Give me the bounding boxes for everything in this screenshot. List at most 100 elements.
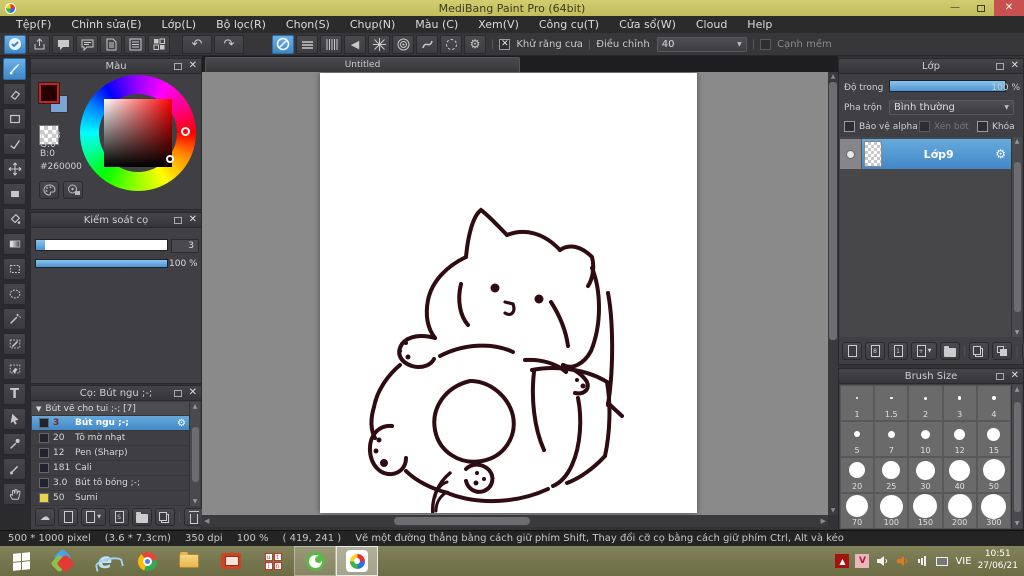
maximize-button[interactable]	[968, 0, 994, 16]
chat-button[interactable]	[76, 34, 98, 54]
brush-item[interactable]: 181 Cali	[32, 461, 189, 476]
menu-item[interactable]: Chỉnh sửa(E)	[61, 16, 151, 33]
curve-button[interactable]	[416, 34, 438, 54]
correction-dropdown[interactable]: 40 ▼	[656, 36, 747, 52]
duplicate-brush-button[interactable]	[155, 508, 175, 526]
menu-item[interactable]: Màu (C)	[405, 16, 468, 33]
headset-volume-icon[interactable]	[895, 554, 909, 568]
brush-item[interactable]: 50 Sumi	[32, 491, 189, 506]
dashed-circle-button[interactable]	[440, 34, 462, 54]
layer-opacity-slider[interactable]	[889, 80, 1006, 92]
taskbar-powerpoint[interactable]	[210, 546, 252, 576]
cloud-brush-button[interactable]: ☁	[35, 508, 55, 526]
menu-item[interactable]: Help	[737, 16, 782, 33]
brush-size-cell[interactable]: 150	[908, 493, 943, 529]
move-tool[interactable]	[3, 158, 26, 180]
brush-size-cell[interactable]: 50	[976, 457, 1011, 493]
gradient-tool[interactable]	[3, 233, 26, 255]
brush-size-cell[interactable]: 3	[942, 385, 977, 421]
palette-add-button[interactable]	[63, 181, 83, 199]
add-layer-menu-button[interactable]: + ▼	[911, 342, 937, 360]
layer-gear-icon[interactable]: ⚙	[995, 147, 1006, 161]
text-tool[interactable]: T	[3, 383, 26, 405]
menu-item[interactable]: Tệp(F)	[6, 16, 61, 33]
select-pen-tool[interactable]	[3, 333, 26, 355]
new-8bit-layer-button[interactable]: 8	[865, 342, 885, 360]
taskbar-chrome[interactable]	[126, 546, 168, 576]
divide-tool[interactable]	[3, 458, 26, 480]
brush-size-slider[interactable]	[35, 239, 168, 251]
duplicate-layer-button[interactable]	[969, 342, 990, 360]
close-button[interactable]: ✕	[994, 0, 1024, 16]
eyedropper-tool[interactable]	[3, 433, 26, 455]
canvas-horizontal-scrollbar[interactable]: ◀ ▶	[202, 515, 828, 527]
brush-size-cell[interactable]: 20	[840, 457, 875, 493]
new-brush-button[interactable]	[58, 508, 78, 526]
comment-button[interactable]	[52, 34, 74, 54]
brush-item[interactable]: 3 Bút ngu ;-; ⚙	[32, 416, 189, 431]
brush-size-cell[interactable]: 5	[840, 421, 875, 457]
brush-normal-mode-button[interactable]	[272, 34, 294, 54]
minimize-button[interactable]: —	[942, 0, 968, 16]
brush-gear-icon[interactable]: ⚙	[177, 418, 186, 429]
close-panel-icon[interactable]: ✕	[1011, 371, 1019, 381]
menu-item[interactable]: Cửa sổ(W)	[609, 16, 686, 33]
new-layer-folder-button[interactable]	[940, 342, 960, 360]
taskbar-coccoc[interactable]	[294, 546, 336, 576]
menu-item[interactable]: Công cụ(T)	[529, 16, 609, 33]
layer-visibility-toggle[interactable]	[840, 139, 862, 169]
brush-size-cell[interactable]: 10	[908, 421, 943, 457]
merge-layer-button[interactable]	[992, 342, 1013, 360]
foreground-color-swatch[interactable]	[38, 82, 60, 104]
brush-size-cell[interactable]: 7	[874, 421, 909, 457]
select-eraser-tool[interactable]	[3, 358, 26, 380]
lock-checkbox[interactable]: ✕Khóa	[977, 121, 1015, 132]
canvas-vertical-scrollbar[interactable]: ▲ ▼	[828, 72, 838, 515]
bucket-tool[interactable]	[3, 208, 26, 230]
brush-folder-button[interactable]	[132, 508, 152, 526]
soft-edge-checkbox[interactable]: ✕	[760, 38, 772, 50]
v-app-icon[interactable]: V	[855, 554, 870, 568]
brush-list-scrollbar[interactable]: ▲ ▼	[189, 402, 200, 506]
taskbar-bluestacks[interactable]	[42, 546, 84, 576]
document-button[interactable]	[100, 34, 122, 54]
brush-opacity-slider[interactable]	[35, 259, 168, 268]
brush-size-cell[interactable]: 40	[942, 457, 977, 493]
brush-folder-row[interactable]: ▼ Bút vẽ cho tui ;-; [7]	[32, 402, 189, 416]
brush-size-cell[interactable]: 2	[908, 385, 943, 421]
menu-item[interactable]: Chụp(N)	[340, 16, 405, 33]
fill-rect-tool[interactable]	[3, 183, 26, 205]
brush-size-cell[interactable]: 4	[976, 385, 1011, 421]
signal-bars-icon[interactable]	[915, 554, 929, 568]
menu-item[interactable]: Cloud	[686, 16, 737, 33]
brush-item[interactable]: 3.0 Bút tô bóng ;-;	[32, 476, 189, 491]
brush-size-cell[interactable]: 70	[840, 493, 875, 529]
blend-mode-dropdown[interactable]: Bình thường ▼	[889, 100, 1014, 115]
brush-size-cell[interactable]: 300	[976, 493, 1011, 529]
undo-button[interactable]: ↶	[182, 34, 212, 54]
eraser-tool[interactable]	[3, 83, 26, 105]
brush-settings-gear-button[interactable]: ⚙	[464, 34, 486, 54]
polyline-tool[interactable]	[3, 133, 26, 155]
operation-tool[interactable]	[3, 408, 26, 430]
volume-icon[interactable]	[875, 554, 889, 568]
spiral-button[interactable]	[392, 34, 414, 54]
menu-item[interactable]: Bộ lọc(R)	[206, 16, 276, 33]
hand-tool[interactable]	[3, 483, 26, 505]
burst-button[interactable]	[368, 34, 390, 54]
taskbar-clock[interactable]: 10:51 27/06/21	[978, 549, 1018, 572]
shape-tool[interactable]	[3, 108, 26, 130]
language-indicator[interactable]: VIE	[955, 556, 971, 567]
triangle-button[interactable]: ◀	[344, 34, 366, 54]
hatch-button[interactable]	[320, 34, 342, 54]
lasso-tool[interactable]	[3, 283, 26, 305]
publish-button[interactable]	[28, 34, 50, 54]
new-1bit-layer-button[interactable]: 1	[888, 342, 908, 360]
close-panel-icon[interactable]: ✕	[189, 215, 197, 225]
brush-size-cell[interactable]: 12	[942, 421, 977, 457]
add-brush-menu-button[interactable]: ▼	[81, 508, 106, 526]
canvas-tab[interactable]: Untitled	[205, 57, 520, 72]
palette-button[interactable]	[39, 181, 59, 199]
brush-size-cell[interactable]: 1	[840, 385, 875, 421]
adobe-reader-icon[interactable]: ▲	[835, 554, 850, 568]
